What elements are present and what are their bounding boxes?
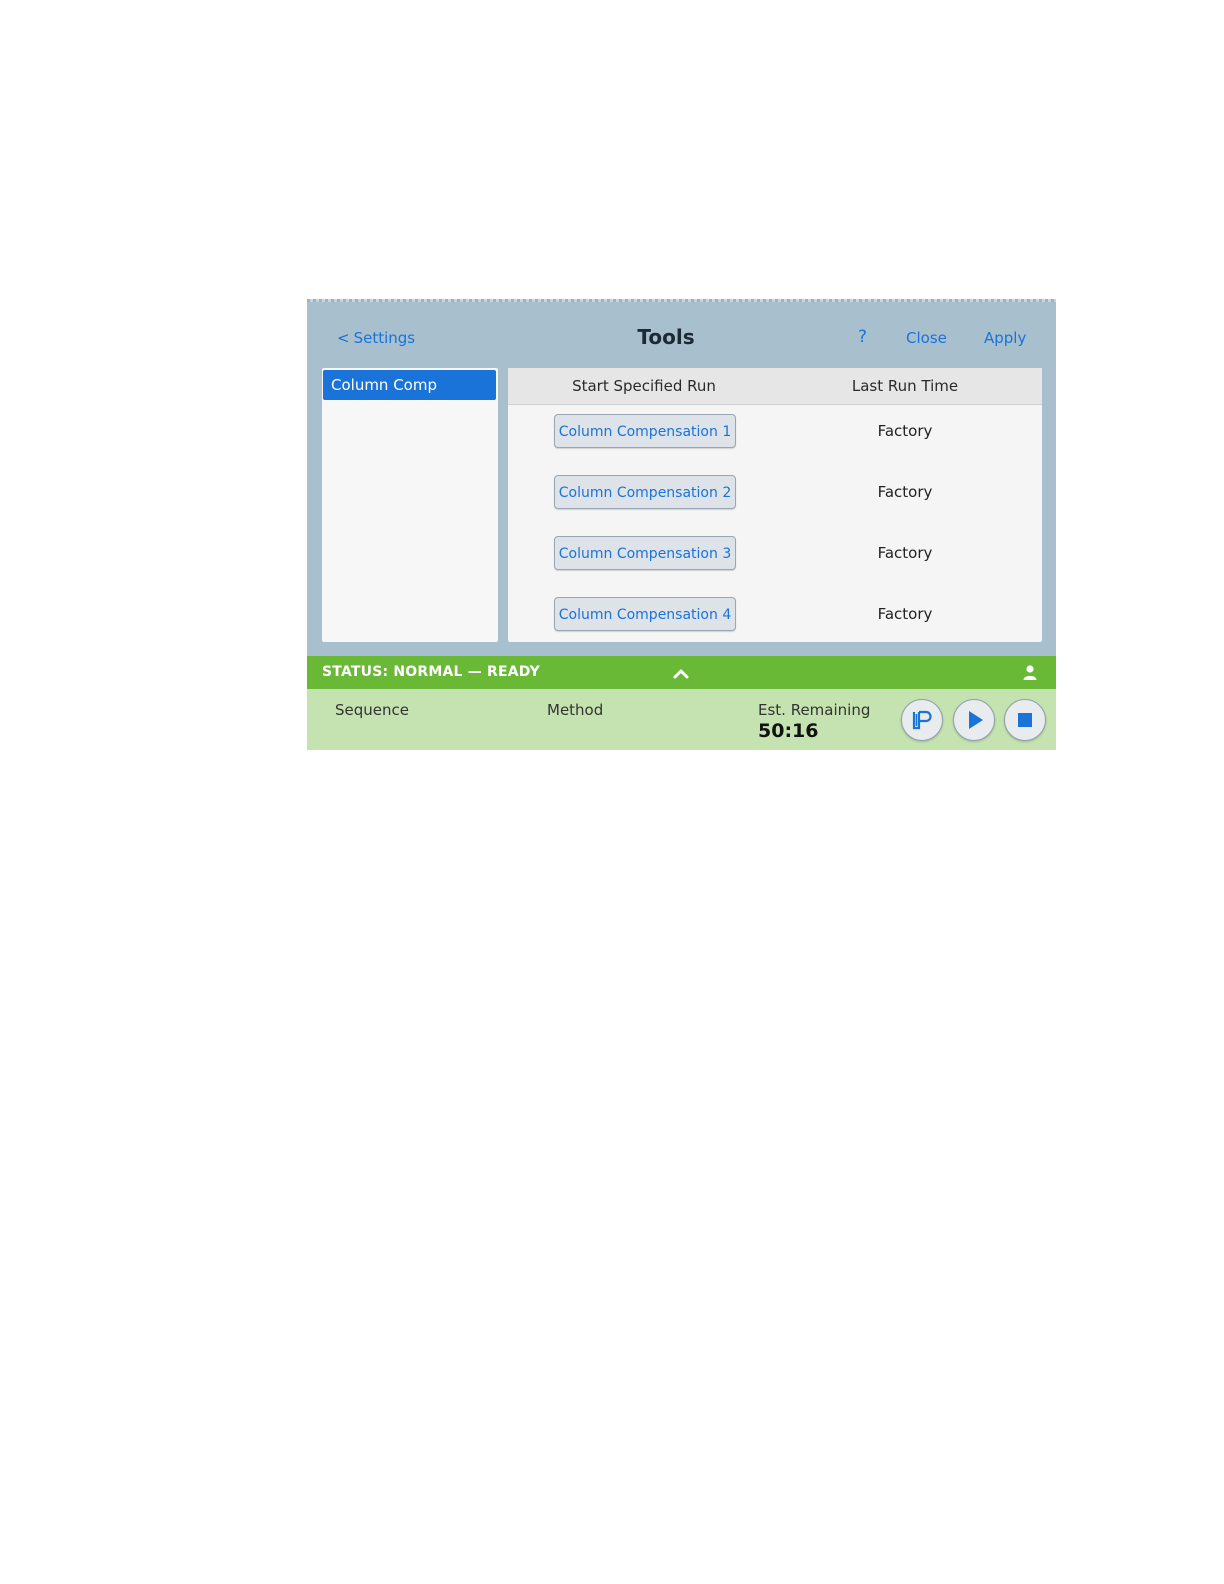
play-icon [969, 711, 983, 729]
last-run-time-cell: Factory [877, 422, 933, 440]
last-run-time-cell: Factory [877, 605, 933, 623]
table-row: Column Compensation 3 Factory [508, 536, 1042, 586]
table-row: Column Compensation 2 Factory [508, 475, 1042, 525]
est-remaining-label: Est. Remaining [758, 701, 871, 719]
last-run-time-cell: Factory [877, 483, 933, 501]
tools-list-panel: Column Comp [322, 368, 498, 642]
method-label: Method [547, 701, 604, 719]
close-button[interactable]: Close [906, 329, 947, 347]
apply-button[interactable]: Apply [984, 329, 1026, 347]
table-row: Column Compensation 1 Factory [508, 414, 1042, 464]
run-info-bar: Sequence Method Est. Remaining 50:16 [307, 689, 1056, 750]
table-row: Column Compensation 4 Factory [508, 597, 1042, 647]
play-button[interactable] [953, 699, 995, 741]
sequence-label: Sequence [335, 701, 409, 719]
last-run-time-cell: Factory [877, 544, 933, 562]
stop-button[interactable] [1004, 699, 1046, 741]
screen-top-edge [307, 299, 1056, 302]
status-text: STATUS: NORMAL — READY [322, 664, 540, 680]
status-bar: STATUS: NORMAL — READY [307, 656, 1056, 689]
user-icon[interactable] [1022, 664, 1038, 680]
stop-icon [1018, 713, 1032, 727]
column-compensation-4-button[interactable]: Column Compensation 4 [554, 597, 736, 631]
inject-button[interactable] [901, 699, 943, 741]
help-button[interactable]: ? [858, 327, 867, 347]
list-item-column-comp[interactable]: Column Comp [323, 370, 496, 400]
runs-table: Start Specified Run Last Run Time Column… [508, 368, 1042, 642]
column-compensation-1-button[interactable]: Column Compensation 1 [554, 414, 736, 448]
column-header-last-run-time: Last Run Time [851, 377, 959, 395]
column-compensation-2-button[interactable]: Column Compensation 2 [554, 475, 736, 509]
column-compensation-3-button[interactable]: Column Compensation 3 [554, 536, 736, 570]
column-header-start-run: Start Specified Run [572, 377, 716, 395]
instrument-screen: < Settings Tools ? Close Apply Column Com… [307, 299, 1056, 750]
inject-icon [912, 710, 932, 730]
est-remaining-value: 50:16 [758, 720, 819, 742]
table-header: Start Specified Run Last Run Time [508, 368, 1042, 405]
chevron-up-icon[interactable] [671, 665, 691, 681]
